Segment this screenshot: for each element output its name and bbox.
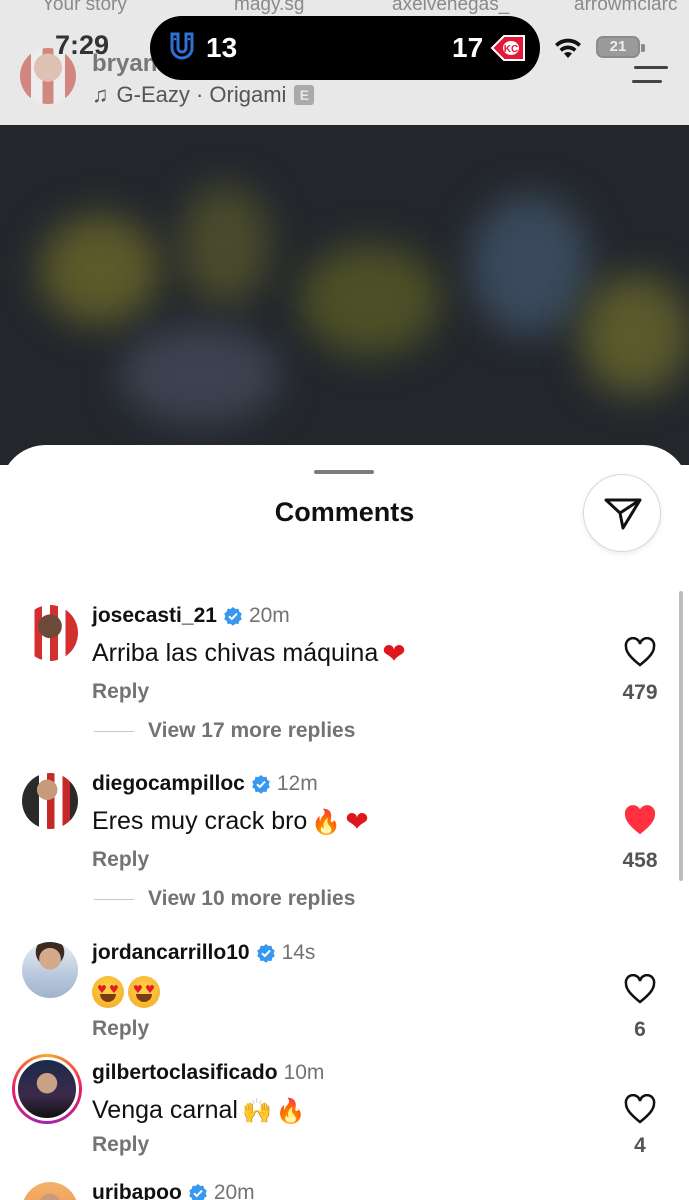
fire-emoji: 🔥 — [311, 807, 342, 836]
comment-time: 10m — [283, 1061, 325, 1084]
fire-emoji: 🔥 — [275, 1096, 306, 1125]
avatar[interactable] — [22, 773, 78, 829]
story-label[interactable]: Your story — [42, 0, 127, 16]
heart-eyes-emoji: ♥ ♥ — [128, 976, 160, 1008]
comment-header: jordancarrillo10 14s — [92, 941, 315, 965]
comment-body: Eres muy crack bro — [92, 807, 308, 835]
view-replies-label: View 10 more replies — [148, 887, 356, 910]
comment-time: 20m — [248, 604, 290, 627]
verified-badge-icon — [252, 775, 270, 794]
divider — [94, 730, 134, 732]
like-count: 458 — [622, 849, 658, 872]
comment-body: Venga carnal — [92, 1096, 238, 1124]
left-team-score: 13 — [206, 32, 238, 63]
heart-eyes-emoji: ♥ ♥ — [92, 976, 124, 1008]
like-count: 6 — [634, 1018, 646, 1041]
story-label[interactable]: arrowmclarc — [574, 0, 677, 16]
comment-time: 14s — [281, 941, 316, 964]
verified-badge-icon — [256, 944, 275, 963]
comments-sheet: Comments josecasti_21 20m Arriba las chi… — [0, 445, 689, 1200]
chiefs-arrowhead-icon: KC — [490, 35, 525, 61]
avatar[interactable] — [22, 1182, 78, 1200]
live-score-activity[interactable]: 13 17 KC — [150, 16, 540, 80]
heart-outline-icon[interactable] — [624, 637, 656, 667]
story-label[interactable]: magy.sg — [234, 0, 304, 16]
comment-text: Eres muy crack bro 🔥 ❤ — [92, 807, 369, 836]
view-replies-label: View 17 more replies — [148, 719, 356, 742]
battery-icon: 21 — [596, 36, 645, 58]
heart-filled-icon[interactable] — [624, 805, 656, 835]
colts-horseshoe-icon — [170, 32, 194, 60]
scrollbar[interactable] — [679, 591, 683, 881]
reply-button[interactable]: Reply — [92, 1133, 149, 1157]
menu-icon[interactable] — [632, 66, 668, 86]
music-note-icon: ♫ — [92, 82, 109, 107]
comment-username[interactable]: uribapoo — [92, 1181, 182, 1200]
raising-hands-emoji: 🙌 — [241, 1096, 272, 1125]
comment-text: Arriba las chivas máquina ❤ — [92, 639, 406, 668]
divider — [94, 898, 134, 900]
comment-header: josecasti_21 20m — [92, 604, 290, 628]
comment-text: Venga carnal 🙌 🔥 — [92, 1096, 306, 1125]
post-photo[interactable] — [0, 125, 689, 465]
svg-text:KC: KC — [504, 44, 518, 55]
verified-badge-icon — [224, 607, 242, 626]
right-team-score: 17 — [452, 32, 484, 63]
heart-outline-icon[interactable] — [624, 974, 656, 1004]
comment-text: ♥ ♥ ♥ ♥ — [92, 976, 160, 1008]
reply-button[interactable]: Reply — [92, 680, 149, 704]
avatar[interactable] — [22, 605, 78, 661]
red-heart-emoji: ❤ — [345, 804, 369, 838]
reply-button[interactable]: Reply — [92, 1017, 149, 1041]
status-time: 7:29 — [55, 30, 110, 60]
view-replies-button[interactable]: View 17 more replies — [94, 719, 355, 743]
like-count: 4 — [634, 1134, 646, 1157]
music-info[interactable]: ♫ G-Eazy · Origami E — [92, 82, 315, 108]
comment-header: gilbertoclasificado 10m — [92, 1061, 324, 1085]
comment-time: 12m — [276, 772, 318, 795]
comment-header: diegocampilloc 12m — [92, 772, 318, 796]
comment-username[interactable]: gilbertoclasificado — [92, 1061, 278, 1085]
like-count: 479 — [622, 681, 658, 704]
reply-button[interactable]: Reply — [92, 848, 149, 872]
view-replies-button[interactable]: View 10 more replies — [94, 887, 355, 911]
avatar-with-story-ring[interactable] — [12, 1054, 82, 1124]
comment-body: Arriba las chivas máquina — [92, 639, 379, 667]
comment-header: uribapoo 20m — [92, 1181, 255, 1200]
sheet-grabber[interactable] — [314, 470, 374, 474]
avatar[interactable] — [22, 942, 78, 998]
comment-username[interactable]: josecasti_21 — [92, 604, 217, 628]
explicit-badge: E — [294, 85, 315, 105]
send-icon — [604, 498, 642, 530]
share-button[interactable] — [583, 474, 661, 552]
heart-outline-icon[interactable] — [624, 1094, 656, 1124]
story-label[interactable]: axelvenegas_ — [392, 0, 509, 16]
comment-username[interactable]: jordancarrillo10 — [92, 941, 250, 965]
comment-time: 20m — [213, 1181, 255, 1200]
music-track-label: G-Eazy · Origami — [116, 82, 287, 107]
wifi-icon — [555, 38, 581, 58]
comment-username[interactable]: diegocampilloc — [92, 772, 245, 796]
red-heart-emoji: ❤ — [382, 636, 406, 670]
verified-badge-icon — [189, 1184, 207, 1200]
